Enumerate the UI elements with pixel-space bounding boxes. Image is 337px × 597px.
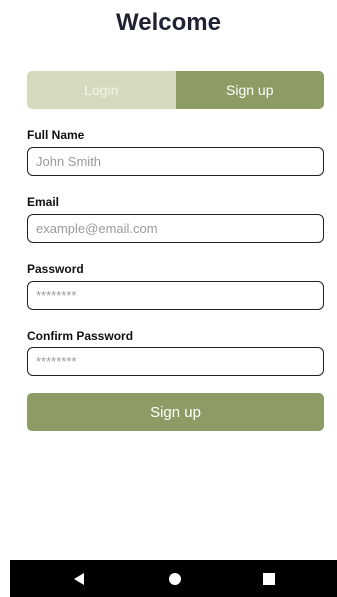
nav-recents-button[interactable] (249, 560, 289, 597)
confirm-password-label: Confirm Password (27, 329, 134, 343)
signup-submit-button[interactable]: Sign up (27, 393, 324, 431)
password-label: Password (27, 262, 84, 276)
recents-square-icon (263, 572, 275, 585)
nav-home-button[interactable] (155, 560, 195, 597)
tab-signup[interactable]: Sign up (175, 71, 324, 109)
password-input[interactable] (27, 281, 324, 310)
nav-back-button[interactable] (59, 560, 99, 597)
home-circle-icon (169, 572, 181, 585)
page-title: Welcome (116, 9, 221, 36)
full-name-input[interactable] (27, 147, 324, 176)
confirm-password-input[interactable] (27, 347, 324, 376)
system-nav-bar (10, 560, 337, 597)
email-input[interactable] (27, 214, 324, 243)
auth-tab-switcher: Login Sign up (27, 71, 324, 109)
email-label: Email (27, 195, 60, 209)
back-triangle-icon (74, 572, 84, 585)
full-name-label: Full Name (27, 128, 85, 142)
tab-login[interactable]: Login (27, 71, 176, 109)
signup-screen: Welcome Login Sign up Full Name Email Pa… (0, 0, 337, 597)
